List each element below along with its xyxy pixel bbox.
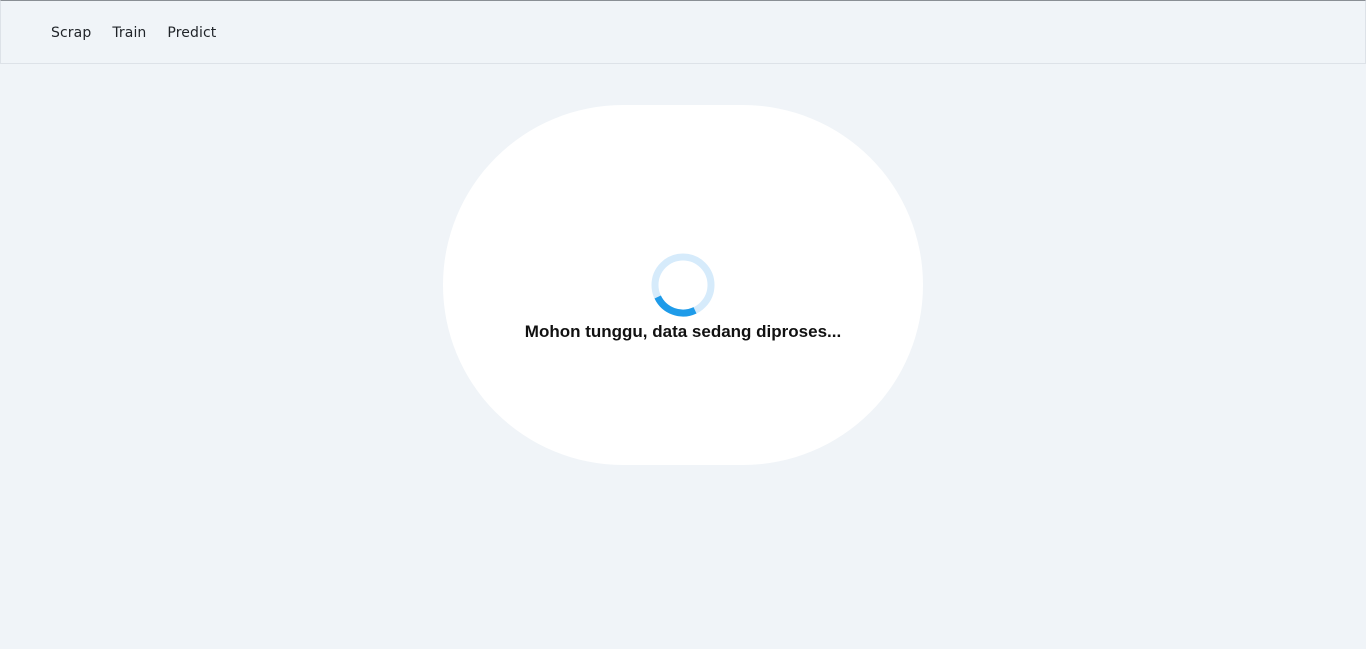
- nav-links: Scrap Train Predict: [51, 1, 216, 65]
- nav-link-train[interactable]: Train: [112, 25, 146, 41]
- top-navbar: Scrap Train Predict: [0, 0, 1366, 64]
- loading-message: Mohon tunggu, data sedang diproses...: [524, 322, 842, 341]
- nav-link-predict[interactable]: Predict: [167, 25, 216, 41]
- nav-link-scrap[interactable]: Scrap: [51, 25, 91, 41]
- spinner-icon: [651, 253, 715, 317]
- spinner-arc: [654, 295, 697, 317]
